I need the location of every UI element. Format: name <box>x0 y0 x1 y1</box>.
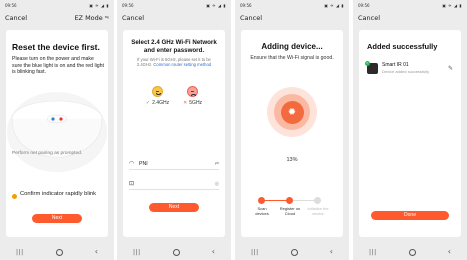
ez-mode-switch[interactable]: EZ Mode ⇋ <box>74 14 109 22</box>
phone-screen-success: 09:56 ▣ ✈ ◢ ▮ Cancel Added successfully … <box>353 0 467 260</box>
device-status: Device added successfully <box>382 69 430 74</box>
back-icon[interactable]: ‹ <box>212 248 215 256</box>
cancel-button[interactable]: Cancel <box>240 14 262 22</box>
cancel-button[interactable]: Cancel <box>358 14 380 22</box>
wifi-note: If your Wi-Fi is 5GHz, please set it to … <box>129 57 219 67</box>
step-dot <box>286 197 293 204</box>
status-time: 09:56 <box>5 2 17 8</box>
done-button[interactable]: Done <box>371 211 449 220</box>
status-bar: 09:56 ▣ ✈ ◢ ▮ <box>0 0 114 10</box>
next-button[interactable]: Next <box>32 214 82 223</box>
content-card: Reset the device first. Please turn on t… <box>6 30 108 237</box>
status-time: 09:56 <box>240 2 252 8</box>
band-label: 5GHz <box>189 100 203 106</box>
step-label: Initialize the device <box>307 206 329 216</box>
pairing-hint: Perform net pairing as prompted. <box>12 151 83 156</box>
back-icon[interactable]: ‹ <box>95 248 98 256</box>
phone-screen-wifi: 09:56 ▣ ✈ ◢ ▮ Cancel Select 2.4 GHz Wi-F… <box>117 0 231 260</box>
page-subtitle: Ensure that the Wi-Fi signal is good. <box>250 55 334 61</box>
recent-apps-icon[interactable]: ||| <box>133 249 141 256</box>
status-icons: ▣ ✈ ◢ ▮ <box>206 2 226 8</box>
cancel-button[interactable]: Cancel <box>5 14 27 22</box>
device-name: Smart IR 01 <box>382 62 409 68</box>
wifi-name-value: PNI <box>139 160 148 167</box>
android-nav-bar: ||| ‹ <box>235 244 349 260</box>
gear-icon: ✹ <box>280 100 304 124</box>
status-icons: ▣ ✈ ◢ ▮ <box>324 2 344 8</box>
cancel-button[interactable]: Cancel <box>122 14 144 22</box>
recent-apps-icon[interactable]: ||| <box>251 249 259 256</box>
show-password-icon[interactable]: ◎ <box>215 181 219 187</box>
status-bar: 09:56 ▣ ✈ ◢ ▮ <box>353 0 467 10</box>
progress-percent: 13% <box>286 157 298 163</box>
band-5ghz: ✕ 5GHz <box>183 86 202 136</box>
step-label: Scan devices <box>255 206 269 216</box>
status-bar: 09:56 ▣ ✈ ◢ ▮ <box>117 0 231 10</box>
phone-screen-reset: 09:56 ▣ ✈ ◢ ▮ Cancel EZ Mode ⇋ Reset the… <box>0 0 114 260</box>
step-dot <box>314 197 321 204</box>
home-icon[interactable] <box>408 248 416 256</box>
content-card: Select 2.4 GHz Wi-Fi Network and enter p… <box>123 30 225 237</box>
step-label: Register on Cloud <box>279 206 301 216</box>
recent-apps-icon[interactable]: ||| <box>16 249 24 256</box>
success-check-icon: ✓ <box>365 60 370 66</box>
wifi-name-field[interactable]: ◠ PNI ⇄ <box>129 158 219 170</box>
step-dot <box>258 197 265 204</box>
band-24ghz: ✓ 2.4GHz <box>146 86 169 136</box>
page-title: Added successfully <box>367 42 438 51</box>
content-card: Added successfully ✓ Smart IR 01 Device … <box>359 30 461 237</box>
status-icons: ▣ ✈ ◢ ▮ <box>89 2 109 8</box>
edit-icon[interactable]: ✎ <box>448 65 453 72</box>
password-field[interactable]: ⊡ ◎ <box>129 178 219 190</box>
instruction-text: Please turn on the power and make sure t… <box>12 56 104 75</box>
back-icon[interactable]: ‹ <box>330 248 333 256</box>
status-time: 09:56 <box>358 2 370 8</box>
home-icon[interactable] <box>172 248 180 256</box>
progress-ring: ✹ <box>267 87 317 137</box>
android-nav-bar: ||| ‹ <box>117 244 231 260</box>
page-title: Reset the device first. <box>12 42 100 52</box>
confirm-label: Confirm indicator rapidly blink <box>20 191 97 197</box>
top-bar: Cancel <box>117 11 231 25</box>
lock-icon: ⊡ <box>129 181 135 187</box>
home-icon[interactable] <box>290 248 298 256</box>
band-label: 2.4GHz <box>152 100 170 106</box>
device-illustration <box>7 92 107 172</box>
ez-mode-label: EZ Mode <box>74 14 103 22</box>
next-button[interactable]: Next <box>149 203 199 212</box>
status-icons: ▣ ✈ ◢ ▮ <box>442 2 462 8</box>
top-bar: Cancel <box>353 11 467 25</box>
router-setting-link[interactable]: Common router setting method <box>153 62 211 67</box>
added-device-row[interactable]: ✓ Smart IR 01 Device added successfully … <box>365 60 453 76</box>
page-title: Select 2.4 GHz Wi-Fi Network and enter p… <box>131 39 217 54</box>
device-thumbnail: ✓ <box>365 60 378 74</box>
sad-face-icon <box>187 86 199 97</box>
recent-apps-icon[interactable]: ||| <box>369 249 377 256</box>
switch-network-icon[interactable]: ⇄ <box>215 161 219 167</box>
top-bar: Cancel EZ Mode ⇋ <box>0 11 114 25</box>
content-card: Adding device... Ensure that the Wi-Fi s… <box>241 30 343 237</box>
home-icon[interactable] <box>55 248 63 256</box>
band-compatibility: ✓ 2.4GHz ✕ 5GHz <box>123 86 225 136</box>
phone-screen-adding: 09:56 ▣ ✈ ◢ ▮ Cancel Adding device... En… <box>235 0 349 260</box>
swap-icon: ⇋ <box>104 15 109 21</box>
page-title: Adding device... <box>261 42 323 51</box>
checkbox-icon <box>12 194 17 199</box>
top-bar: Cancel <box>235 11 349 25</box>
status-time: 09:56 <box>122 2 134 8</box>
happy-face-icon <box>152 86 163 97</box>
back-icon[interactable]: ‹ <box>448 248 451 256</box>
wifi-icon: ◠ <box>129 161 135 167</box>
confirm-indicator-checkbox[interactable]: Confirm indicator rapidly blink <box>12 191 104 199</box>
status-bar: 09:56 ▣ ✈ ◢ ▮ <box>235 0 349 10</box>
android-nav-bar: ||| ‹ <box>353 244 467 260</box>
cross-icon: ✕ <box>183 100 188 106</box>
check-icon: ✓ <box>145 100 151 106</box>
android-nav-bar: ||| ‹ <box>0 244 114 260</box>
progress-steps: Scan devices Register on Cloud Initializ… <box>255 197 329 221</box>
